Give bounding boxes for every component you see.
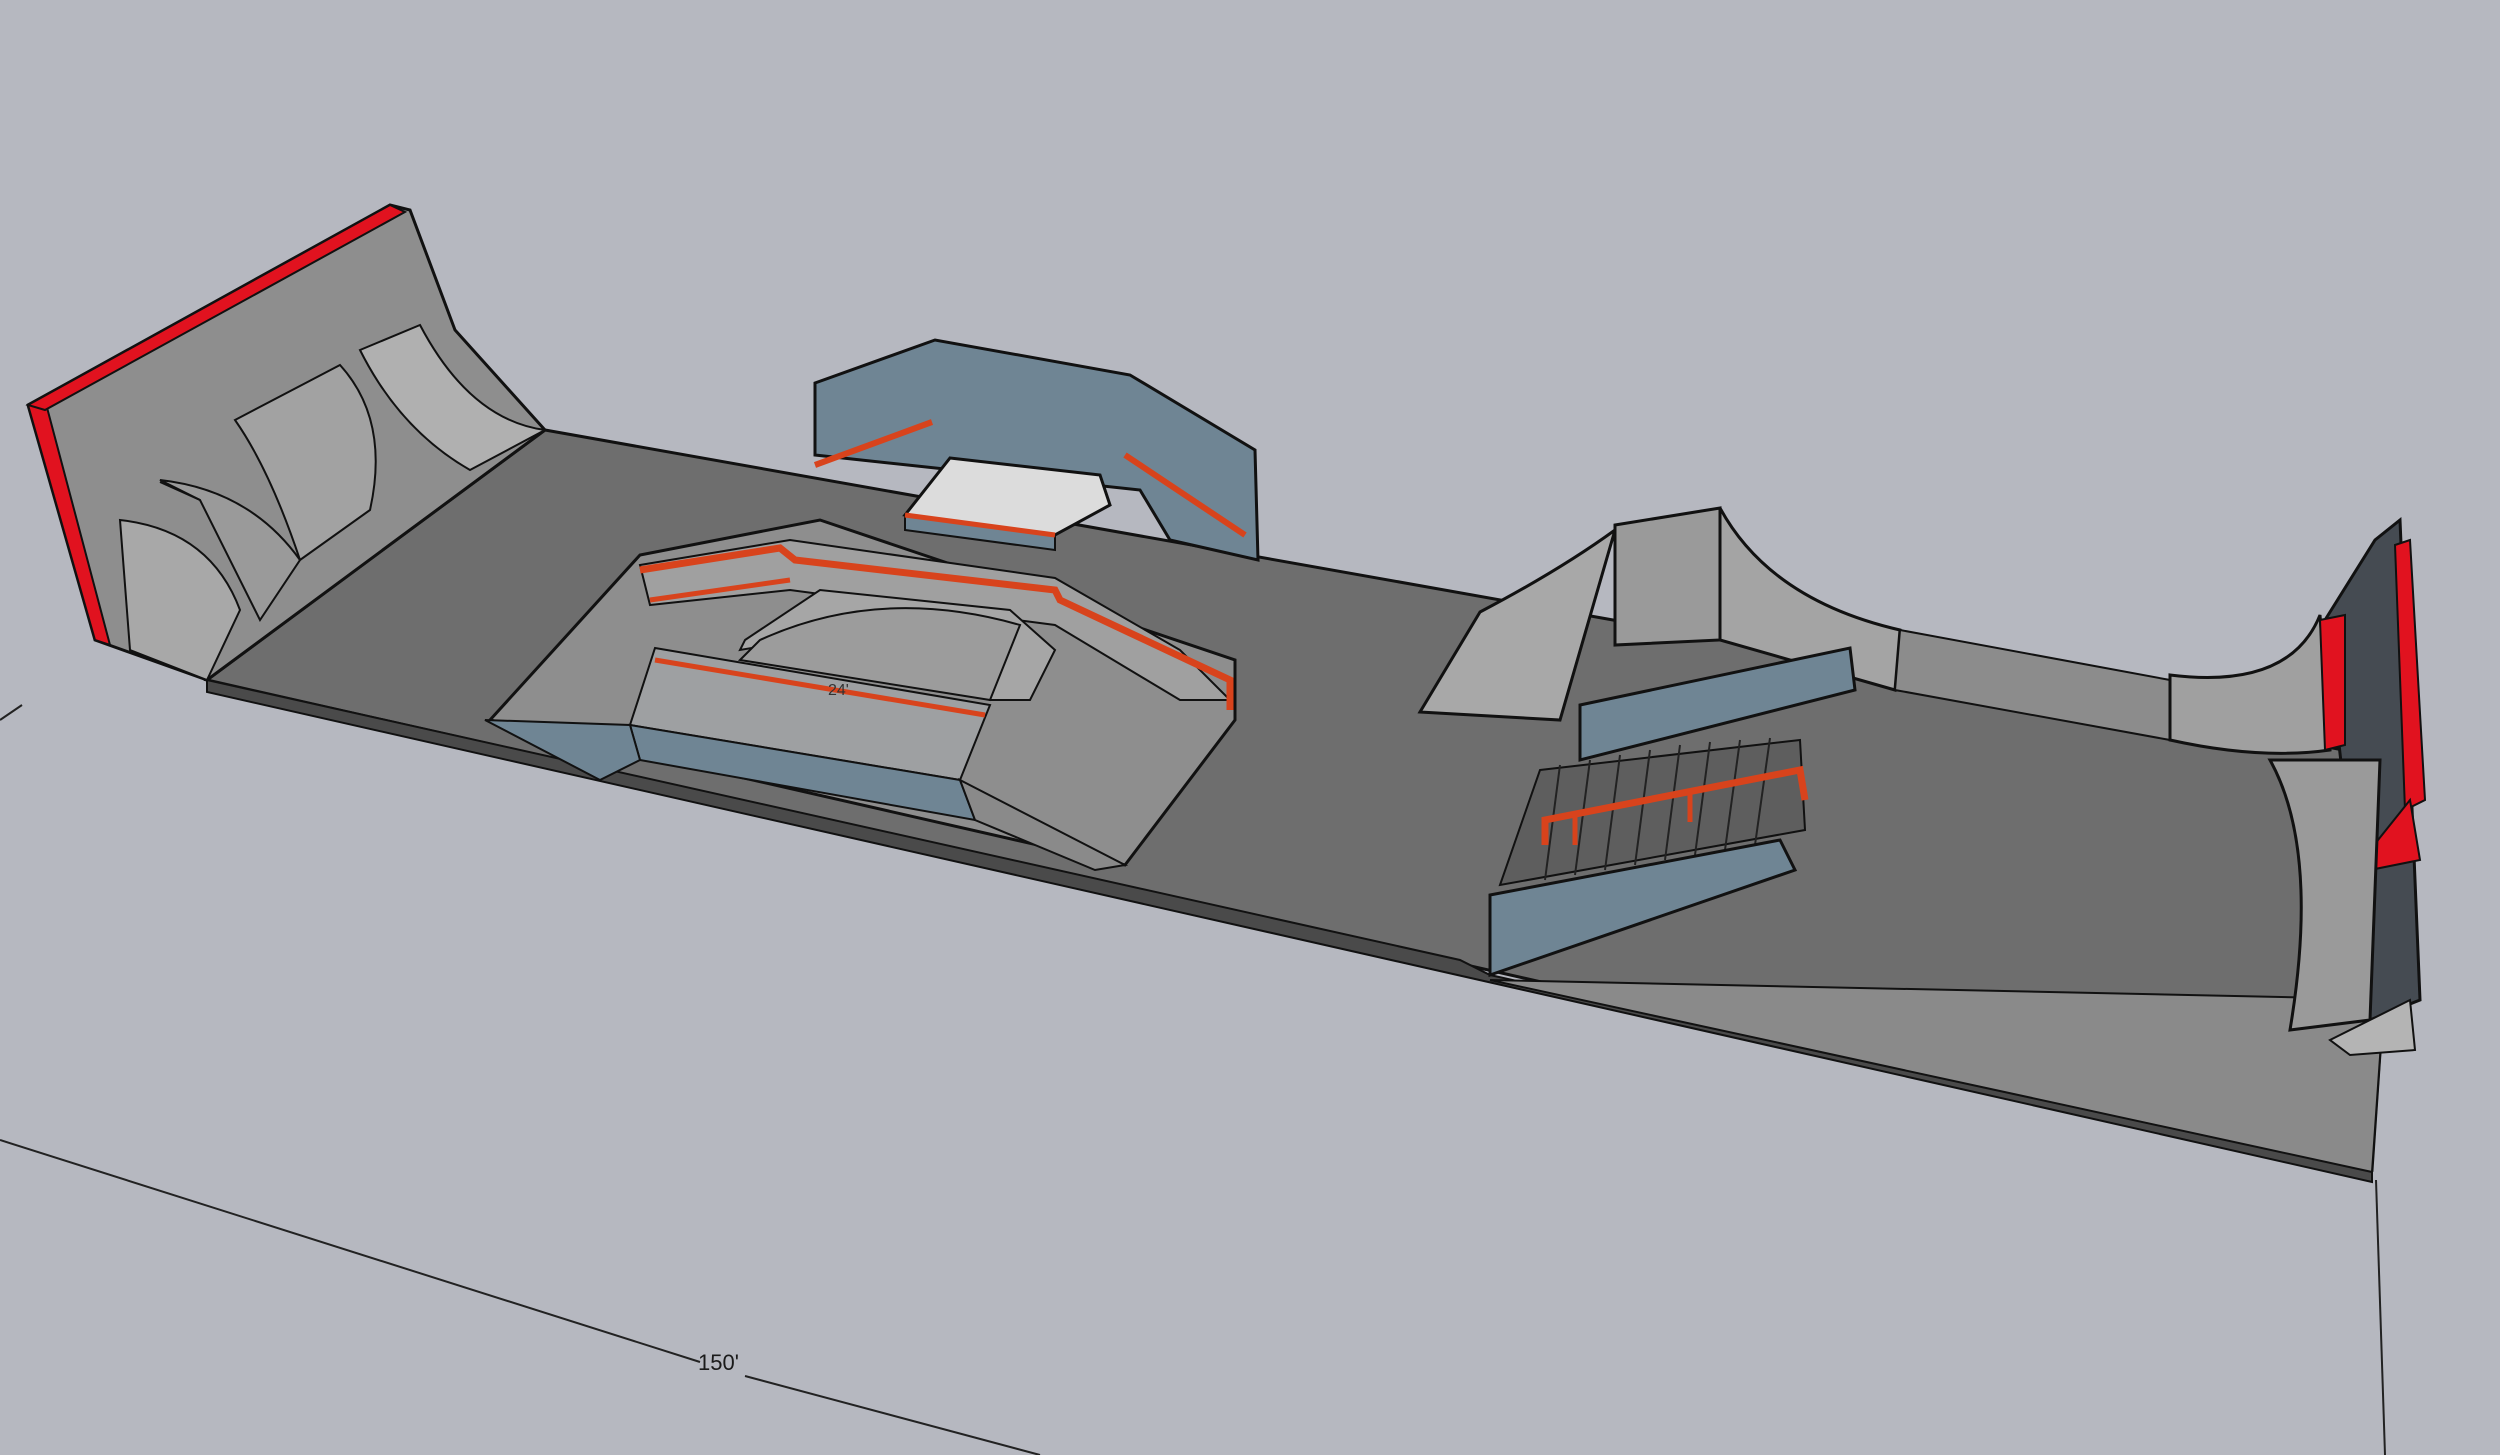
right-upper-transition	[2168, 614, 2332, 755]
dimension-guide-line	[0, 1139, 701, 1363]
vertical-guide-line	[2375, 1179, 2386, 1455]
skatepark-3d-model-viewport[interactable]: 24' 150'	[0, 0, 2500, 1455]
mid-quarter-pipe-deck	[1613, 506, 1722, 647]
overall-length-label: 150'	[698, 1350, 739, 1375]
axis-tick	[0, 704, 23, 721]
right-red-coping-upper	[2318, 613, 2346, 752]
park-floor	[203, 428, 2422, 1184]
dimension-guide-line-2	[744, 1375, 1041, 1455]
inner-dimension-label: 24'	[828, 682, 849, 699]
